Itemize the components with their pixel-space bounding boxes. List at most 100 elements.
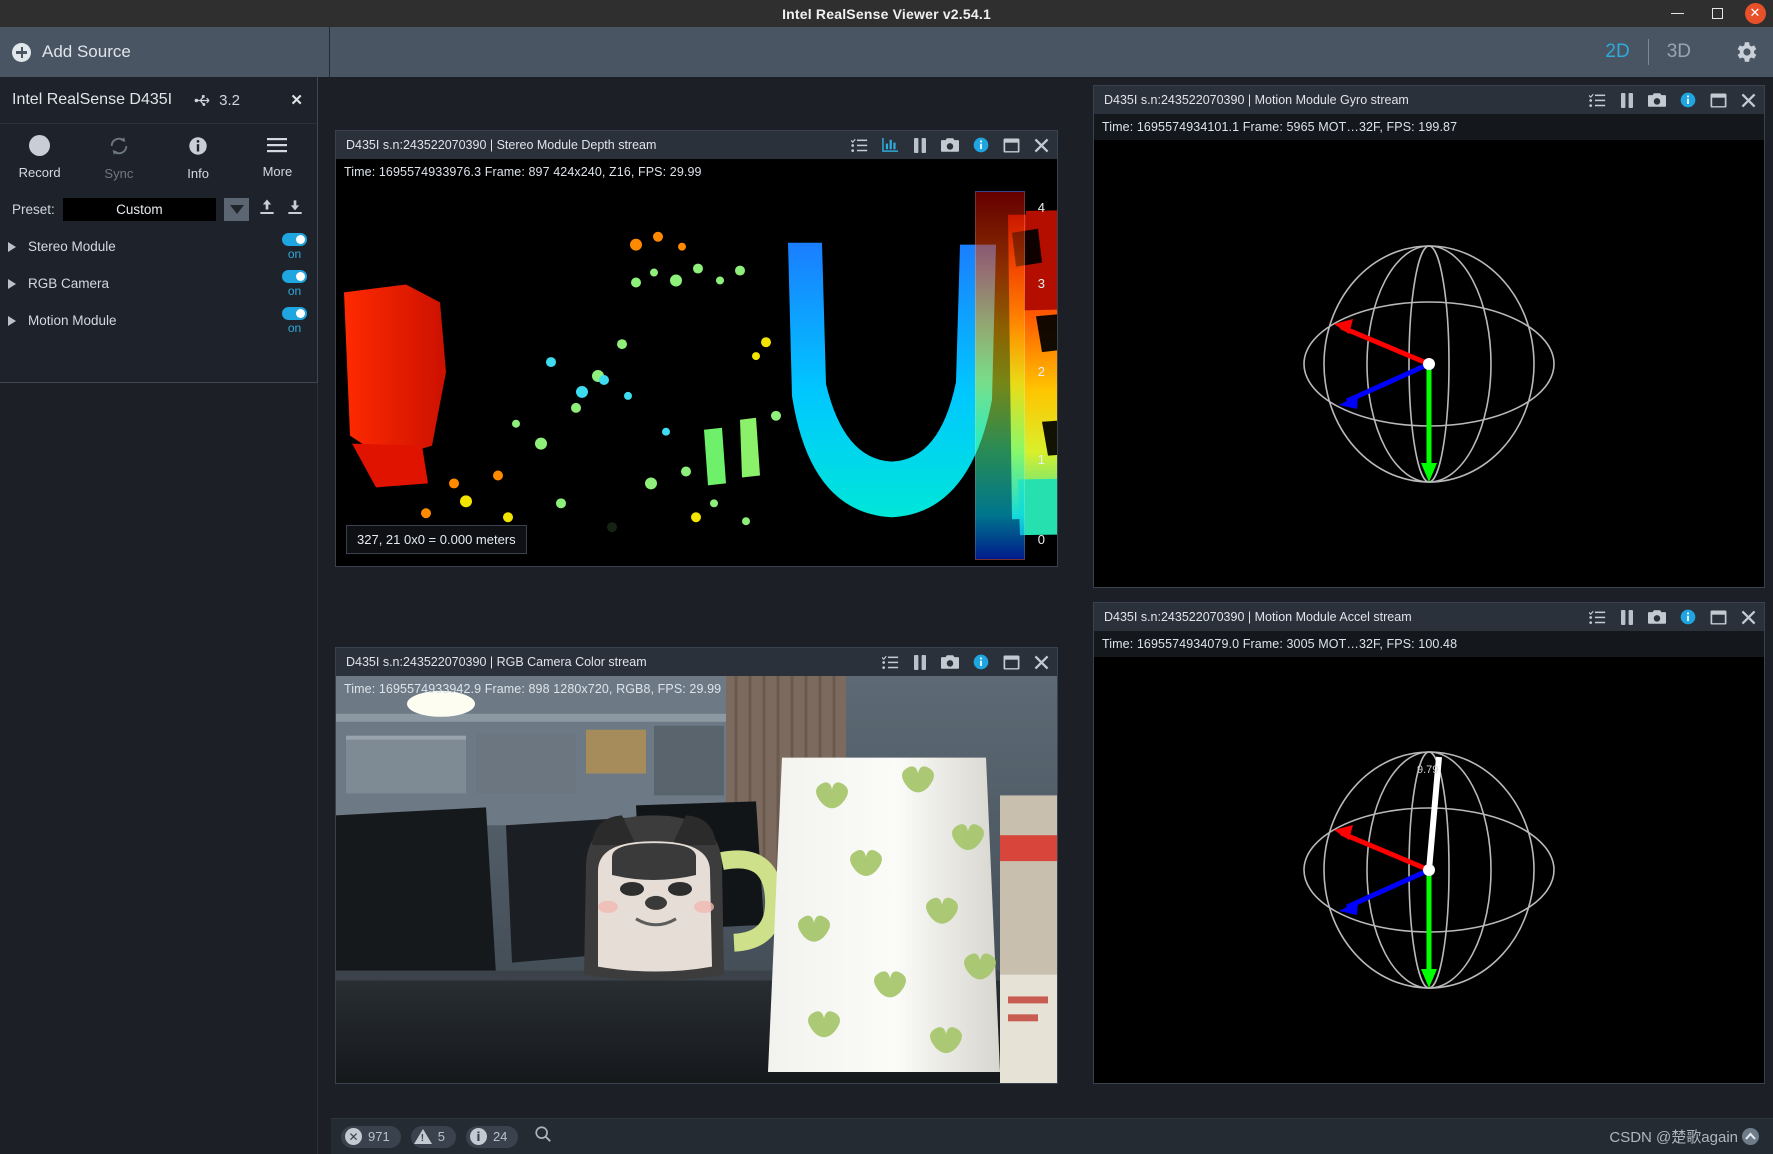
accel-stream-info: Time: 1695574934079.0 Frame: 3005 MOT…32… (1094, 631, 1764, 657)
stream-panel-color: D435I s.n:243522070390 | RGB Camera Colo… (335, 647, 1058, 1084)
accel-visualization: 9.79 (1094, 657, 1764, 1083)
record-button[interactable]: Record (0, 135, 79, 181)
info-label: Info (187, 166, 209, 181)
preset-upload-button[interactable] (257, 197, 277, 222)
stereo-module-toggle[interactable]: on (282, 232, 307, 261)
status-bar: ✕ 971 5 i 24 CSDN @楚歌again (331, 1118, 1773, 1154)
more-button[interactable]: More (238, 135, 317, 181)
rgb-camera-label: RGB Camera (28, 276, 110, 291)
color-stream-icons (882, 654, 1049, 670)
add-source-button[interactable]: Add Source (0, 27, 330, 77)
rgb-camera-state: on (287, 283, 302, 298)
colorbar-tick: 2 (1037, 364, 1045, 380)
accel-stream-icons (1589, 609, 1756, 625)
camera-icon[interactable] (1648, 92, 1666, 108)
warning-count: 5 (437, 1129, 445, 1144)
add-source-label: Add Source (42, 42, 131, 61)
pause-icon[interactable] (913, 137, 927, 153)
stream-panel-accel: D435I s.n:243522070390 | Motion Module A… (1093, 602, 1765, 1084)
window-icon[interactable] (1003, 654, 1020, 670)
sidebar-item-rgb-camera[interactable]: RGB Camera on (0, 265, 317, 302)
stereo-module-label: Stereo Module (28, 239, 116, 254)
motion-module-state: on (287, 320, 302, 335)
close-icon[interactable] (1741, 610, 1756, 625)
depth-colormap (336, 185, 1057, 566)
accel-stream-title: D435I s.n:243522070390 | Motion Module A… (1104, 610, 1412, 624)
stream-panel-depth: D435I s.n:243522070390 | Stereo Module D… (335, 130, 1058, 567)
sidebar-item-motion-module[interactable]: Motion Module on (0, 302, 317, 339)
window-icon[interactable] (1003, 137, 1020, 153)
colorbar-ticks: 4 3 2 1 0 (1019, 185, 1045, 566)
sync-button[interactable]: Sync (79, 135, 158, 181)
gyro-stream-body[interactable]: Time: 1695574934101.1 Frame: 5965 MOT…32… (1094, 114, 1764, 587)
depth-stream-info: Time: 1695574933976.3 Frame: 897 424x240… (344, 165, 702, 179)
chart-icon[interactable] (882, 137, 899, 153)
sidebar-item-stereo-module[interactable]: Stereo Module on (0, 228, 317, 265)
svg-text:9.79: 9.79 (1417, 764, 1438, 776)
pause-icon[interactable] (913, 654, 927, 670)
maximize-icon (1711, 8, 1723, 19)
info-icon[interactable] (973, 654, 989, 670)
stereo-module-state: on (287, 246, 302, 261)
motion-module-toggle[interactable]: on (282, 306, 307, 335)
info-icon[interactable] (973, 137, 989, 153)
list-icon[interactable] (851, 138, 868, 153)
info-icon[interactable] (1680, 609, 1696, 625)
toggle-switch-icon (282, 306, 307, 320)
depth-stream-header: D435I s.n:243522070390 | Stereo Module D… (336, 131, 1057, 159)
info-icon[interactable] (1680, 92, 1696, 108)
pause-icon[interactable] (1620, 609, 1634, 625)
usb-version: 3.2 (219, 91, 240, 109)
color-stream-body[interactable]: Time: 1695574933942.9 Frame: 898 1280x72… (336, 676, 1057, 1083)
camera-icon[interactable] (941, 137, 959, 153)
preset-select[interactable]: Custom (62, 198, 216, 221)
close-icon[interactable] (1034, 138, 1049, 153)
color-photo (336, 676, 1057, 1083)
warning-count-badge[interactable]: 5 (410, 1125, 456, 1148)
close-window-button[interactable]: ✕ (1737, 0, 1773, 27)
depth-image: 4 3 2 1 0 327, 21 0x0 = 0.000 meters (336, 185, 1057, 566)
info-count: 24 (492, 1129, 508, 1144)
rgb-camera-toggle[interactable]: on (282, 269, 307, 298)
maximize-button[interactable] (1697, 0, 1737, 27)
close-icon[interactable] (1034, 655, 1049, 670)
list-icon[interactable] (882, 655, 899, 670)
gear-icon (1737, 42, 1757, 62)
settings-button[interactable] (1733, 27, 1759, 77)
tab-3d[interactable]: 3D (1649, 41, 1709, 63)
info-button[interactable]: Info (159, 135, 238, 181)
close-icon[interactable] (1741, 93, 1756, 108)
preset-dropdown-button[interactable] (224, 198, 249, 221)
log-search-button[interactable] (534, 1125, 552, 1148)
sidebar-empty-area (0, 383, 318, 1154)
info-count-badge[interactable]: i 24 (465, 1125, 519, 1148)
depth-pixel-readout: 327, 21 0x0 = 0.000 meters (346, 525, 527, 554)
depth-stream-body[interactable]: Time: 1695574933976.3 Frame: 897 424x240… (336, 159, 1057, 566)
colorbar-tick: 3 (1037, 276, 1045, 292)
download-icon (288, 200, 302, 214)
camera-icon[interactable] (941, 654, 959, 670)
device-close-button[interactable]: ✕ (290, 91, 307, 109)
gyro-visualization (1094, 140, 1764, 587)
depth-stream-title: D435I s.n:243522070390 | Stereo Module D… (346, 138, 657, 152)
preset-download-button[interactable] (285, 197, 305, 222)
list-icon[interactable] (1589, 93, 1606, 108)
hamburger-icon (267, 138, 288, 153)
minimize-button[interactable] (1657, 0, 1697, 27)
pause-icon[interactable] (1620, 92, 1634, 108)
accel-stream-body[interactable]: Time: 1695574934079.0 Frame: 3005 MOT…32… (1094, 631, 1764, 1083)
camera-icon[interactable] (1648, 609, 1666, 625)
list-icon[interactable] (1589, 610, 1606, 625)
motion-module-label: Motion Module (28, 313, 117, 328)
error-count-badge[interactable]: ✕ 971 (341, 1125, 401, 1148)
chevron-down-icon (229, 205, 244, 214)
usb-icon (194, 94, 210, 106)
window-icon[interactable] (1710, 92, 1727, 108)
window-icon[interactable] (1710, 609, 1727, 625)
colorbar-tick: 1 (1037, 451, 1045, 467)
chevron-right-icon (8, 278, 16, 289)
device-header: Intel RealSense D435I 3.2 ✕ (0, 77, 317, 124)
tab-2d[interactable]: 2D (1587, 41, 1647, 63)
chevron-right-icon (8, 315, 16, 326)
stream-panel-gyro: D435I s.n:243522070390 | Motion Module G… (1093, 85, 1765, 588)
